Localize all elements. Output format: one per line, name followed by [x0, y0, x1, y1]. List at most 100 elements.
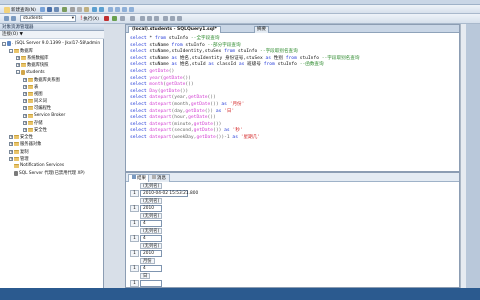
expand-icon[interactable]: +: [16, 55, 20, 60]
code-token: select: [130, 49, 147, 55]
expand-icon[interactable]: +: [23, 127, 27, 132]
code-token: as: [224, 128, 230, 134]
tree-node[interactable]: - . (SQL Server 9.0.1399 - Jkxl17-58\admi…: [2, 40, 100, 47]
connect-icon[interactable]: [4, 16, 9, 21]
tree-node[interactable]: SQL Server 代理(已禁用代理 XP): [9, 170, 85, 177]
database-select[interactable]: students ▾: [20, 15, 76, 22]
tab-messages[interactable]: 消息: [148, 174, 170, 182]
activity-monitor-icon[interactable]: [62, 7, 67, 12]
results-to-text-icon[interactable]: [140, 16, 145, 21]
open-file-icon[interactable]: [40, 7, 45, 12]
indent-icon[interactable]: [177, 16, 182, 21]
query-editor[interactable]: (local).students - SQLQuery1.sql* 摘要 sel…: [125, 24, 460, 172]
expand-icon[interactable]: +: [9, 142, 13, 147]
cell-value[interactable]: 4: [140, 220, 162, 227]
save-icon[interactable]: [47, 7, 52, 12]
cancel-query-icon[interactable]: [104, 16, 109, 21]
code-token: from: [285, 55, 297, 61]
save-all-icon[interactable]: [54, 7, 59, 12]
tree-node[interactable]: + 安全性: [23, 126, 47, 133]
paste-icon[interactable]: [84, 7, 89, 12]
column-header[interactable]: (无列名): [140, 183, 163, 189]
tree-node[interactable]: Notification Services: [9, 162, 64, 169]
tree-node[interactable]: + Service Broker: [23, 112, 65, 119]
new-query-button[interactable]: 新建查询(N): [4, 6, 36, 13]
tree-node[interactable]: + 数据库快照: [16, 62, 48, 69]
tree-node[interactable]: + 存储: [23, 119, 43, 126]
tree-node[interactable]: + 管理: [9, 155, 29, 162]
result-grid[interactable]: (无列名) 1 2010: [128, 243, 448, 259]
collapse-icon[interactable]: -: [16, 70, 20, 75]
comment-icon[interactable]: [163, 16, 168, 21]
change-connection-icon[interactable]: [11, 16, 16, 21]
properties-icon[interactable]: [129, 7, 134, 12]
tree-node[interactable]: + 可编程性: [23, 105, 51, 112]
tree-node[interactable]: + 系统数据库: [16, 54, 48, 61]
tab-summary[interactable]: 摘要: [254, 26, 269, 33]
cut-icon[interactable]: [70, 7, 75, 12]
expand-icon[interactable]: +: [23, 77, 27, 82]
template-explorer-icon[interactable]: [122, 7, 127, 12]
expand-icon[interactable]: +: [23, 99, 27, 104]
result-grid[interactable]: (无列名) 1 4: [128, 213, 448, 229]
results-to-grid-icon[interactable]: [147, 16, 152, 21]
query-options-icon[interactable]: [130, 16, 135, 21]
tree-node[interactable]: - students: [16, 69, 45, 76]
cell-value[interactable]: 2010: [140, 205, 162, 212]
code-token: (weekDay,: [171, 135, 197, 140]
column-header[interactable]: (无列名): [140, 198, 163, 204]
tree-node[interactable]: + 复制: [9, 148, 29, 155]
expand-icon[interactable]: +: [23, 113, 27, 118]
connect-dropdown[interactable]: 连接(O) ▼: [2, 32, 23, 37]
collapse-icon[interactable]: -: [2, 41, 6, 46]
column-header[interactable]: (无列名): [140, 228, 163, 234]
code-token: datepart: [149, 128, 172, 134]
expand-icon[interactable]: +: [23, 106, 27, 111]
expand-icon[interactable]: +: [9, 135, 13, 140]
tab-sqlquery1[interactable]: (local).students - SQLQuery1.sql*: [128, 26, 221, 33]
tree-node[interactable]: + 表: [23, 83, 38, 90]
column-header[interactable]: 月份: [140, 258, 155, 264]
collapse-icon[interactable]: -: [9, 48, 13, 53]
result-grid[interactable]: 日1: [128, 273, 448, 289]
results-to-file-icon[interactable]: [154, 16, 159, 21]
expand-icon[interactable]: +: [23, 120, 27, 125]
column-header[interactable]: (无列名): [140, 243, 163, 249]
cell-value[interactable]: 2010: [140, 250, 162, 257]
tree-node[interactable]: - 数据库: [9, 47, 33, 54]
result-grid[interactable]: (无列名) 1 4: [128, 228, 448, 244]
chevron-down-icon: ▾: [71, 16, 74, 21]
database-icon: [21, 69, 25, 75]
undo-icon[interactable]: [92, 7, 97, 12]
tree-node[interactable]: + 安全性: [9, 134, 33, 141]
cell-value[interactable]: [140, 280, 162, 287]
cell-value[interactable]: 4: [140, 235, 162, 242]
column-header[interactable]: (无列名): [140, 213, 163, 219]
object-explorer-icon[interactable]: [115, 7, 120, 12]
code-token: ()): [207, 95, 216, 101]
cell-value[interactable]: 4: [140, 265, 162, 272]
redo-icon[interactable]: [99, 7, 104, 12]
expand-icon[interactable]: +: [9, 156, 13, 161]
execute-button[interactable]: ! 执行(X): [80, 15, 99, 22]
expand-icon[interactable]: +: [23, 91, 27, 96]
result-grid[interactable]: (无列名) 1 2010-04-02 15:53:21.800: [128, 183, 448, 199]
result-grid[interactable]: (无列名) 1 2010: [128, 198, 448, 214]
expand-icon[interactable]: +: [16, 63, 20, 68]
expand-icon[interactable]: +: [9, 149, 13, 154]
registered-servers-icon[interactable]: [108, 7, 113, 12]
copy-icon[interactable]: [77, 7, 82, 12]
tab-results[interactable]: 结果: [128, 174, 150, 182]
uncomment-icon[interactable]: [170, 16, 175, 21]
tree-node[interactable]: + 服务器对象: [9, 141, 41, 148]
result-grid[interactable]: 月份 1 4: [128, 258, 448, 274]
expand-icon[interactable]: +: [23, 84, 27, 89]
column-header[interactable]: 日: [140, 273, 151, 279]
parse-icon[interactable]: [112, 16, 117, 21]
code-token: --函数查询: [299, 62, 324, 68]
cell-value[interactable]: 2010-04-02 15:53:21.800: [140, 190, 198, 197]
display-plan-icon[interactable]: [120, 16, 125, 21]
tree-node[interactable]: + 同义词: [23, 98, 47, 105]
tree-node[interactable]: + 数据库关系图: [23, 76, 60, 83]
tree-node[interactable]: + 视图: [23, 90, 43, 97]
